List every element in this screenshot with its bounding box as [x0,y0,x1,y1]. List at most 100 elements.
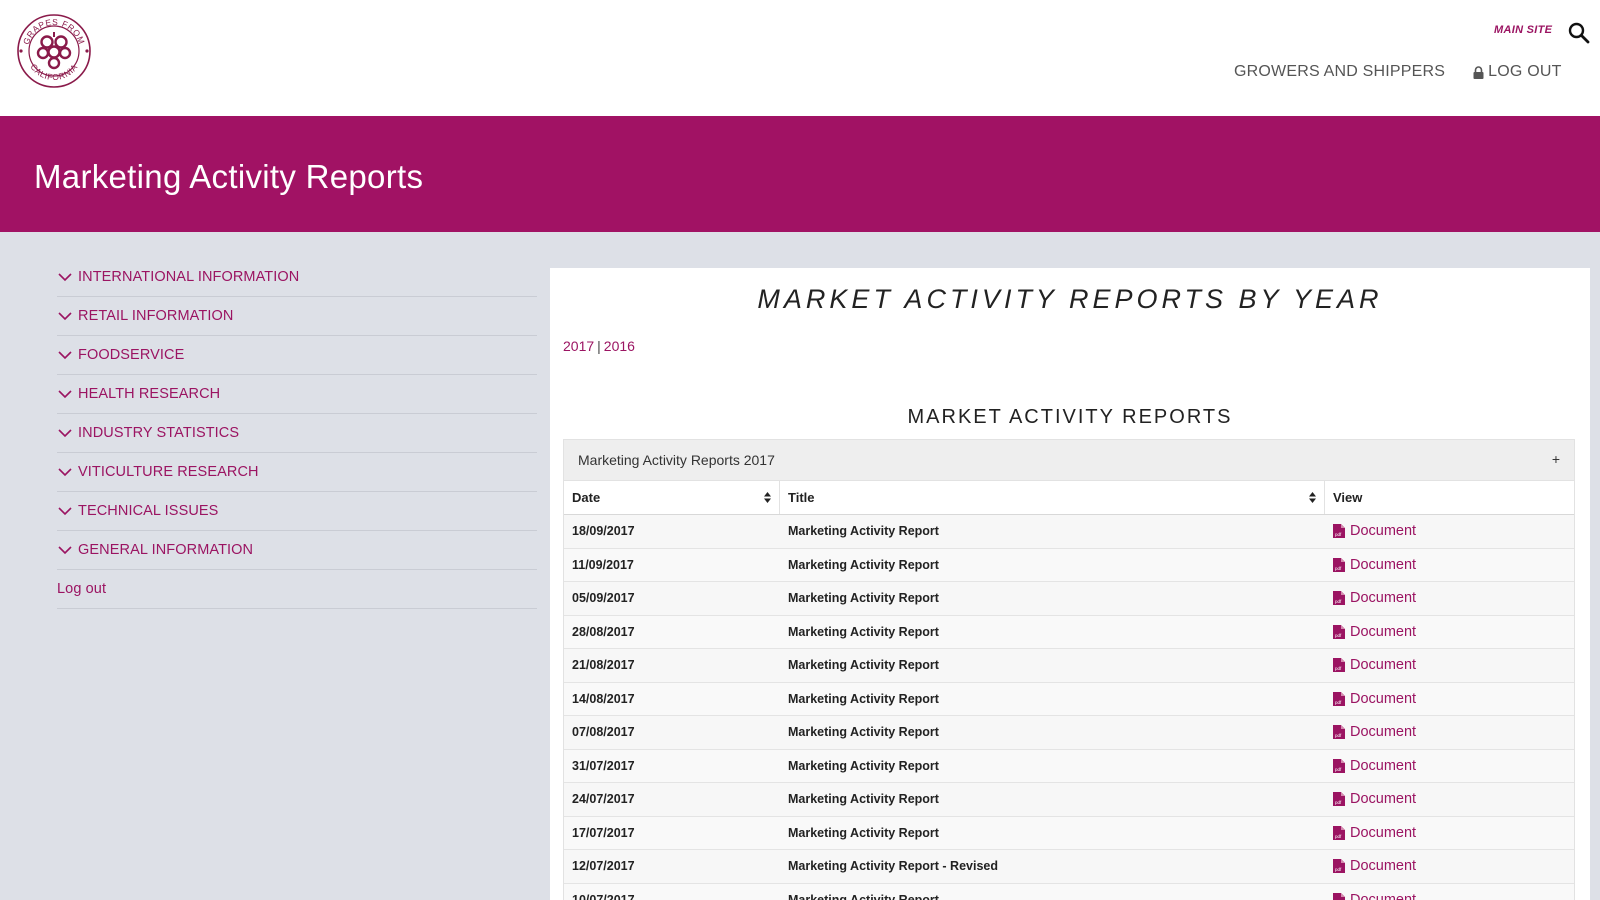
pdf-icon: pdf [1333,524,1345,539]
cell-title: Marketing Activity Report [788,792,939,807]
document-link-label: Document [1350,757,1417,774]
document-link[interactable]: pdf Document [1333,557,1416,573]
table-row: 05/09/2017 Marketing Activity Report pdf… [564,582,1574,616]
chevron-down-icon [58,546,72,555]
sidebar-item-international-information[interactable]: INTERNATIONAL INFORMATION [57,258,537,297]
document-link[interactable]: pdf Document [1333,691,1416,707]
sidebar-item-foodservice[interactable]: FOODSERVICE [57,336,537,375]
cell-view: pdf Document [1325,750,1574,783]
document-link[interactable]: pdf Document [1333,624,1416,640]
site-header: GRAPES FROM CALIFORNIA MAIN SITE GROWERS… [0,0,1600,116]
cell-title: Marketing Activity Report [788,624,939,639]
sidebar-item-label: GENERAL INFORMATION [78,542,254,558]
column-header-title[interactable]: Title [780,481,1325,514]
sort-icon [764,492,771,503]
pdf-icon: pdf [1333,691,1345,706]
cell-view: pdf Document [1325,817,1574,850]
sidebar-item-health-research[interactable]: HEALTH RESEARCH [57,375,537,414]
table-row: 07/08/2017 Marketing Activity Report pdf… [564,716,1574,750]
year-link-2016[interactable]: 2016 [604,338,635,354]
column-header-label: View [1333,490,1363,505]
table-row: 28/08/2017 Marketing Activity Report pdf… [564,615,1574,649]
cell-title: Marketing Activity Report [788,591,939,606]
logout-label: LOG OUT [1488,63,1562,80]
document-link-label: Document [1350,690,1417,707]
pdf-icon: pdf [1333,624,1345,639]
cell-view: pdf Document [1325,850,1574,883]
cell-date: 24/07/2017 [572,792,635,807]
sidebar-item-label: HEALTH RESEARCH [78,386,221,402]
sidebar-logout-link[interactable]: Log out [57,570,537,609]
cell-title: Marketing Activity Report [788,658,939,673]
document-link[interactable]: pdf Document [1333,892,1416,900]
cell-view: pdf Document [1325,683,1574,716]
year-separator: | [597,338,601,354]
document-link-label: Document [1350,556,1417,573]
reports-by-year-heading: MARKET ACTIVITY REPORTS BY YEAR [757,284,1383,314]
document-link[interactable]: pdf Document [1333,523,1416,539]
document-link[interactable]: pdf Document [1333,858,1416,874]
table-row: 18/09/2017 Marketing Activity Report pdf… [564,515,1574,549]
year-filter: 2017 | 2016 [563,338,635,354]
sidebar-item-general-information[interactable]: GENERAL INFORMATION [57,531,537,570]
table-row: 17/07/2017 Marketing Activity Report pdf… [564,816,1574,850]
document-link[interactable]: pdf Document [1333,791,1416,807]
cell-title: Marketing Activity Report - Revised [788,859,999,874]
sidebar-item-viticulture-research[interactable]: VITICULTURE RESEARCH [57,453,537,492]
cell-view: pdf Document [1325,783,1574,816]
document-link-label: Document [1350,858,1417,875]
cell-date: 28/08/2017 [572,624,635,639]
document-link[interactable]: pdf Document [1333,724,1416,740]
document-link-label: Document [1350,824,1417,841]
accordion-header-2017[interactable]: Marketing Activity Reports 2017 + [563,439,1575,481]
main-content-panel: MARKET ACTIVITY REPORTS BY YEAR 2017 | 201… [550,268,1590,900]
accordion-toggle-icon[interactable]: + [1552,451,1560,467]
logout-link[interactable]: LOG OUT [1473,63,1561,81]
document-link-label: Document [1350,523,1417,540]
cell-title: Marketing Activity Report [788,691,939,706]
year-link-2017[interactable]: 2017 [563,338,594,354]
cell-date: 07/08/2017 [572,725,635,740]
cell-view: pdf Document [1325,884,1574,900]
main-site-link[interactable]: MAIN SITE [1494,24,1552,36]
document-link-label: Document [1350,623,1417,640]
cell-date: 10/07/2017 [572,892,635,900]
cell-view: pdf Document [1325,549,1574,582]
svg-text:pdf: pdf [1335,633,1342,638]
document-link[interactable]: pdf Document [1333,758,1416,774]
cell-title: Marketing Activity Report [788,892,939,900]
cell-title: Marketing Activity Report [788,825,939,840]
chevron-down-icon [58,468,72,477]
cell-title: Marketing Activity Report [788,557,939,572]
table-row: 14/08/2017 Marketing Activity Report pdf… [564,682,1574,716]
cell-title: Marketing Activity Report [788,524,939,539]
sort-icon [1309,492,1316,503]
pdf-icon: pdf [1333,792,1345,807]
document-link[interactable]: pdf Document [1333,825,1416,841]
document-link-label: Document [1350,657,1417,674]
grapes-logo-icon[interactable]: GRAPES FROM CALIFORNIA [16,10,92,92]
document-link-label: Document [1350,724,1417,741]
growers-and-shippers-link[interactable]: GROWERS AND SHIPPERS [1234,63,1445,81]
cell-date: 11/09/2017 [572,557,634,572]
sidebar-item-label: INDUSTRY STATISTICS [78,425,240,441]
lock-icon [1473,65,1484,79]
table-row: 31/07/2017 Marketing Activity Report pdf… [564,749,1574,783]
sidebar-item-technical-issues[interactable]: TECHNICAL ISSUES [57,492,537,531]
sidebar-item-retail-information[interactable]: RETAIL INFORMATION [57,297,537,336]
page-title: Marketing Activity Reports [34,158,424,195]
document-link-label: Document [1350,891,1417,900]
cell-date: 18/09/2017 [572,524,635,539]
cell-view: pdf Document [1325,716,1574,749]
svg-text:pdf: pdf [1335,666,1342,671]
sidebar-item-label: VITICULTURE RESEARCH [78,464,259,480]
cell-title: Marketing Activity Report [788,725,939,740]
document-link[interactable]: pdf Document [1333,590,1416,606]
pdf-icon: pdf [1333,892,1345,900]
sidebar-nav: INTERNATIONAL INFORMATION RETAIL INFORMA… [57,258,537,609]
sidebar-logout-label: Log out [57,581,107,597]
column-header-date[interactable]: Date [564,481,780,514]
search-icon[interactable] [1568,22,1590,44]
sidebar-item-industry-statistics[interactable]: INDUSTRY STATISTICS [57,414,537,453]
document-link[interactable]: pdf Document [1333,657,1416,673]
